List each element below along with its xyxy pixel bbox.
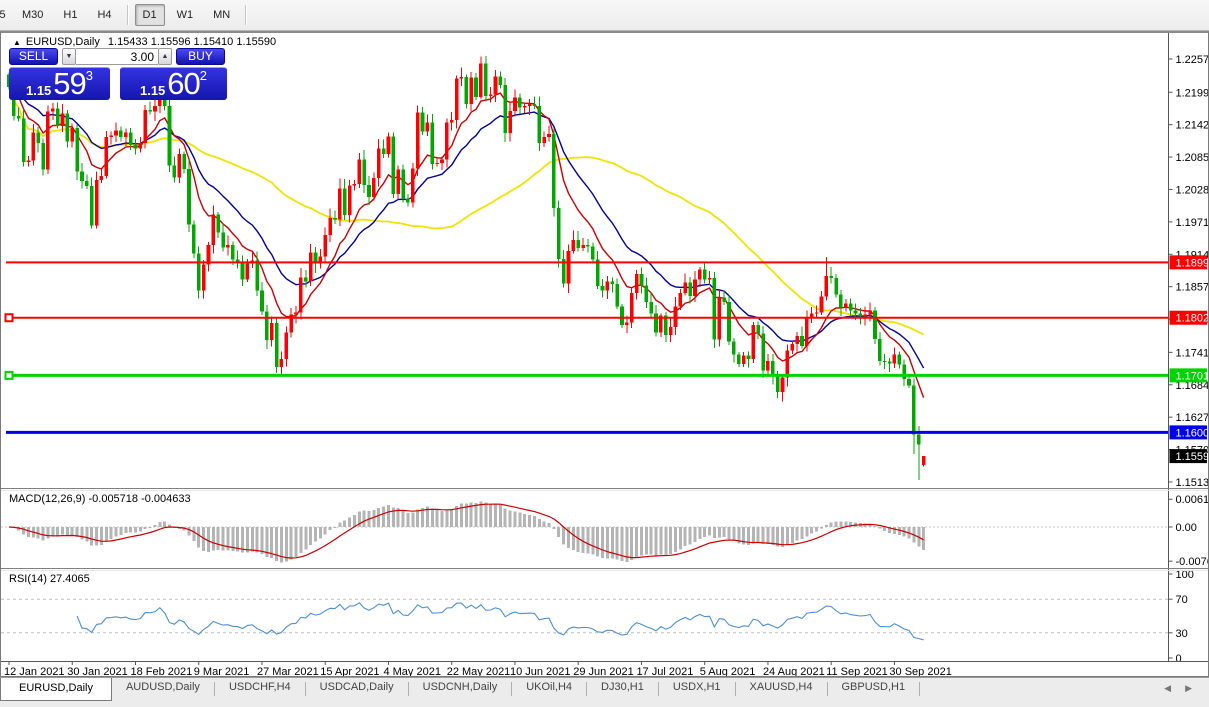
tab-dj30-h1[interactable]: DJ30,H1 bbox=[587, 678, 658, 699]
svg-text:29 Jun 2021: 29 Jun 2021 bbox=[573, 666, 634, 676]
svg-text:1.16007: 1.16007 bbox=[1176, 427, 1209, 439]
time-scale[interactable]: 12 Jan 202130 Jan 202118 Feb 20219 Mar 2… bbox=[4, 662, 952, 677]
tab-ukoil-h4[interactable]: UKOil,H4 bbox=[512, 678, 586, 699]
tabs-scroll-left-icon[interactable]: ◀ bbox=[1157, 683, 1178, 694]
tf-button-d1[interactable]: D1 bbox=[135, 4, 165, 26]
sell-price-big: 59 bbox=[53, 70, 85, 98]
horizontal-lines[interactable] bbox=[6, 262, 1169, 432]
svg-text:1.17010: 1.17010 bbox=[1176, 370, 1209, 382]
svg-text:1.15135: 1.15135 bbox=[1176, 477, 1209, 489]
macd-values: -0.005718 -0.004633 bbox=[88, 493, 190, 505]
hline-price-badge: 1.18998 bbox=[1170, 255, 1209, 269]
buy-price-tile[interactable]: 1.15602 bbox=[120, 67, 227, 100]
sell-price-pipette: 3 bbox=[86, 69, 93, 82]
tabs-scroll-right-icon[interactable]: ▶ bbox=[1178, 683, 1199, 694]
svg-text:22 May 2021: 22 May 2021 bbox=[447, 666, 511, 676]
svg-text:30 Sep 2021: 30 Sep 2021 bbox=[889, 666, 951, 676]
svg-text:30: 30 bbox=[1176, 628, 1188, 640]
hline-price-badge: 1.16007 bbox=[1170, 425, 1209, 439]
tab-eurusd-daily[interactable]: EURUSD,Daily bbox=[0, 678, 112, 701]
sell-price-tile[interactable]: 1.15593 bbox=[9, 67, 110, 100]
tf-button-m30[interactable]: M30 bbox=[14, 4, 51, 26]
svg-text:-0.007621: -0.007621 bbox=[1176, 556, 1209, 568]
hline-handle[interactable] bbox=[6, 372, 13, 379]
hline-price-badge: 1.18024 bbox=[1170, 311, 1209, 325]
svg-text:0.006193: 0.006193 bbox=[1176, 494, 1209, 506]
svg-text:5 Aug 2021: 5 Aug 2021 bbox=[700, 666, 756, 676]
chart-tab-bar: EURUSD,Daily AUDUSD,Daily USDCHF,H4 USDC… bbox=[0, 677, 1209, 707]
tab-usdcad-daily[interactable]: USDCAD,Daily bbox=[306, 678, 408, 699]
tf-button-h4[interactable]: H4 bbox=[89, 4, 119, 26]
rsi-label: RSI(14) 27.4065 bbox=[9, 573, 90, 585]
collapse-trade-panel-icon[interactable]: ▲ bbox=[13, 38, 21, 47]
svg-text:1.18024: 1.18024 bbox=[1176, 313, 1209, 325]
rsi-line bbox=[77, 603, 924, 640]
svg-text:1.18570: 1.18570 bbox=[1176, 282, 1209, 294]
svg-text:1.17415: 1.17415 bbox=[1176, 347, 1209, 359]
chart-window: 1.22575 1.21990 1.21420 1.20850 1.20280 1.197… bbox=[0, 31, 1209, 677]
svg-text:0.00: 0.00 bbox=[1176, 522, 1197, 534]
tf-button-w1[interactable]: W1 bbox=[169, 4, 202, 26]
symbol-period-label: EURUSD,Daily bbox=[26, 36, 100, 48]
svg-text:1.22575: 1.22575 bbox=[1176, 54, 1209, 66]
buy-price-big: 60 bbox=[167, 70, 199, 98]
svg-text:1.20280: 1.20280 bbox=[1176, 184, 1209, 196]
svg-text:11 Sep 2021: 11 Sep 2021 bbox=[826, 666, 888, 676]
bid-price-badge: 1.15590 bbox=[1170, 449, 1209, 463]
volume-input[interactable] bbox=[76, 48, 158, 65]
tf-button-mn[interactable]: MN bbox=[205, 4, 238, 26]
svg-text:12 Jan 2021: 12 Jan 2021 bbox=[4, 666, 65, 676]
toolbar-separator bbox=[245, 5, 246, 25]
sell-button[interactable]: SELL bbox=[9, 48, 58, 65]
tab-gbpusd-h1[interactable]: GBPUSD,H1 bbox=[828, 678, 920, 699]
svg-text:1.16275: 1.16275 bbox=[1176, 412, 1209, 424]
svg-text:70: 70 bbox=[1176, 594, 1188, 606]
buy-button[interactable]: BUY bbox=[176, 48, 225, 65]
svg-text:24 Aug 2021: 24 Aug 2021 bbox=[763, 666, 825, 676]
svg-text:15 Apr 2021: 15 Apr 2021 bbox=[320, 666, 379, 676]
svg-text:17 Jul 2021: 17 Jul 2021 bbox=[636, 666, 693, 676]
svg-text:18 Feb 2021: 18 Feb 2021 bbox=[130, 666, 192, 676]
chart-title: ▲ EURUSD,Daily 1.15433 1.15596 1.15410 1.1… bbox=[13, 36, 276, 48]
hline-price-badge: 1.17010 bbox=[1170, 368, 1209, 382]
sell-price-prefix: 1.15 bbox=[26, 83, 51, 98]
volume-decrease-button[interactable]: ▼ bbox=[62, 48, 76, 65]
buy-price-pipette: 2 bbox=[200, 69, 207, 82]
one-click-trade-panel: SELL ▼ ▲ BUY 1.15593 1.15602 bbox=[9, 48, 229, 100]
volume-increase-button[interactable]: ▲ bbox=[158, 48, 172, 65]
svg-text:30 Jan 2021: 30 Jan 2021 bbox=[67, 666, 128, 676]
chart-canvas[interactable]: 1.22575 1.21990 1.21420 1.20850 1.20280 1.197… bbox=[1, 33, 1208, 676]
toolbar-separator bbox=[127, 5, 128, 25]
svg-text:4 May 2021: 4 May 2021 bbox=[383, 666, 440, 676]
macd-name: MACD(12,26,9) bbox=[9, 493, 85, 505]
svg-text:10 Jun 2021: 10 Jun 2021 bbox=[510, 666, 571, 676]
svg-text:0: 0 bbox=[1176, 653, 1182, 665]
svg-text:1.18998: 1.18998 bbox=[1176, 257, 1209, 269]
buy-price-prefix: 1.15 bbox=[140, 83, 165, 98]
timeframe-toolbar: 5 M30 H1 H4 D1 W1 MN bbox=[0, 0, 1209, 31]
tab-usdx-h1[interactable]: USDX,H1 bbox=[659, 678, 735, 699]
mt4-application: 5 M30 H1 H4 D1 W1 MN 1.22575 1.21990 1.214… bbox=[0, 0, 1209, 707]
hline-handle[interactable] bbox=[6, 314, 13, 321]
tab-usdchf-h4[interactable]: USDCHF,H4 bbox=[215, 678, 305, 699]
ohlc-values: 1.15433 1.15596 1.15410 1.15590 bbox=[108, 36, 276, 48]
svg-text:1.20850: 1.20850 bbox=[1176, 152, 1209, 164]
macd-label: MACD(12,26,9) -0.005718 -0.004633 bbox=[9, 493, 191, 505]
rsi-name: RSI(14) 27.4065 bbox=[9, 573, 90, 585]
svg-text:1.21420: 1.21420 bbox=[1176, 120, 1209, 132]
svg-text:9 Mar 2021: 9 Mar 2021 bbox=[194, 666, 250, 676]
svg-text:1.21990: 1.21990 bbox=[1176, 87, 1209, 99]
svg-text:1.19710: 1.19710 bbox=[1176, 217, 1209, 229]
svg-text:27 Mar 2021: 27 Mar 2021 bbox=[257, 666, 319, 676]
svg-text:1.15590: 1.15590 bbox=[1176, 451, 1209, 463]
tf-button-m5[interactable]: 5 bbox=[0, 4, 10, 26]
tab-xauusd-h4[interactable]: XAUUSD,H4 bbox=[736, 678, 827, 699]
tf-button-h1[interactable]: H1 bbox=[55, 4, 85, 26]
tab-audusd-daily[interactable]: AUDUSD,Daily bbox=[112, 678, 214, 699]
tab-usdcnh-daily[interactable]: USDCNH,Daily bbox=[409, 678, 512, 699]
